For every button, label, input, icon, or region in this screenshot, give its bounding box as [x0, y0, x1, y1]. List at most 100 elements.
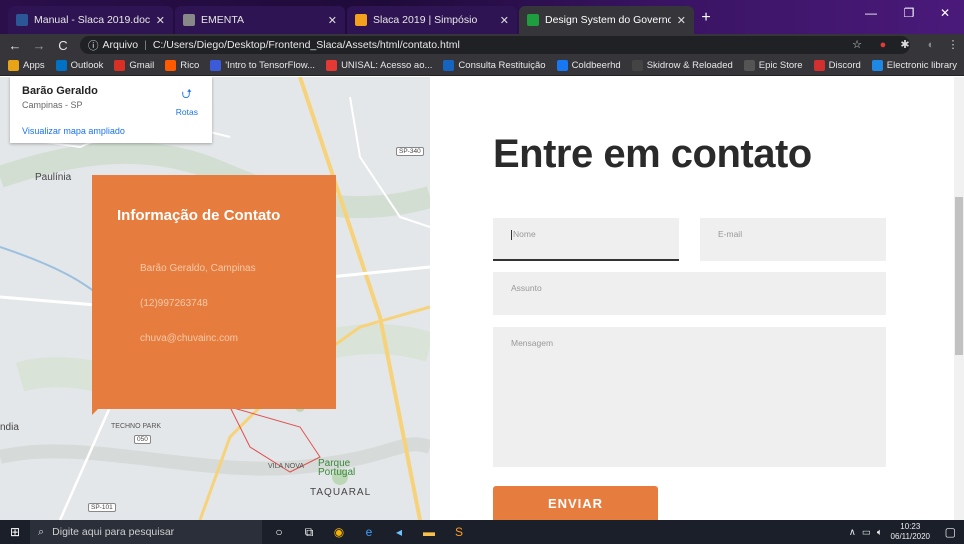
bookmark-rico[interactable]: Rico [165, 60, 199, 71]
taskbar-search[interactable]: ⌕ Digite aqui para pesquisar [30, 520, 262, 544]
bookmark-epic-store[interactable]: Epic Store [743, 60, 803, 71]
star-icon[interactable]: ☆ [850, 38, 864, 52]
facebook-icon [556, 60, 568, 71]
contact-email: chuva@chuvainc.com [140, 333, 238, 344]
network-icon[interactable]: ▭ [862, 527, 871, 538]
skidrow-icon [631, 60, 643, 71]
new-tab-button[interactable]: + [697, 10, 715, 28]
word-icon [16, 14, 28, 26]
map-info-window: Barão Geraldo Campinas - SP ⮍ Rotas Visu… [10, 77, 212, 143]
bookmark-outlook[interactable]: Outlook [55, 60, 103, 71]
close-icon[interactable]: ✕ [677, 14, 686, 27]
edge-icon[interactable]: e [356, 525, 382, 539]
url-text[interactable]: C:/Users/Diego/Desktop/Frontend_Slaca/As… [153, 39, 460, 51]
bookmark-discord[interactable]: Discord [813, 60, 861, 71]
map-label-techno-park: TECHNO PARK [111, 423, 162, 430]
road-sp340: SP-340 [396, 147, 424, 156]
page-icon [183, 14, 195, 26]
map-label-parque-portugal: Parque Portugal [318, 458, 356, 478]
road-050: 050 [134, 435, 151, 444]
tab-ementa[interactable]: EMENTA ✕ [175, 6, 345, 34]
file-explorer-icon[interactable]: ▬ [416, 525, 442, 539]
tab-slaca-simposio[interactable]: Slaca 2019 | Simpósio ✕ [347, 6, 517, 34]
tab-design-system[interactable]: Design System do Governo Fede ✕ [519, 6, 694, 34]
url-separator: | [144, 39, 147, 51]
bookmark-tensorflow[interactable]: 'Intro to TensorFlow... [210, 60, 315, 71]
epic-icon [743, 60, 755, 71]
browser-tab-strip: Manual - Slaca 2019.docx - Micro ✕ EMENT… [0, 0, 964, 34]
bookmark-coldbeerhd[interactable]: Coldbeerhd [556, 60, 621, 71]
bookmarks-bar: Apps Outlook Gmail Rico 'Intro to Tensor… [0, 56, 964, 76]
extension-icon[interactable]: ✱ [898, 38, 912, 52]
search-icon: ⌕ [38, 525, 45, 538]
directions-icon: ⮍ [181, 86, 193, 101]
contact-address: Barão Geraldo, Campinas [140, 263, 256, 274]
chrome-icon[interactable]: ◉ [326, 525, 352, 539]
contact-form: Entre em contato Nome E-mail Assunto Men… [430, 77, 964, 520]
map-label-dia: ndia [0, 422, 19, 433]
volume-icon[interactable]: 🔈︎ [877, 527, 883, 538]
map-place-name: Barão Geraldo [22, 85, 98, 97]
bookmark-skidrow[interactable]: Skidrow & Reloaded [631, 60, 733, 71]
tab-manual-slaca[interactable]: Manual - Slaca 2019.docx - Micro ✕ [8, 6, 173, 34]
windows-taskbar: ⊞ ⌕ Digite aqui para pesquisar ○ ⧉ ◉ e ◂… [0, 520, 964, 544]
enlarge-map-link[interactable]: Visualizar mapa ampliado [22, 126, 125, 136]
library-icon [871, 60, 883, 71]
vscode-icon[interactable]: ◂ [386, 525, 412, 539]
close-icon[interactable]: ✕ [500, 14, 509, 27]
clock[interactable]: 10:23 06/11/2020 [891, 522, 930, 542]
map-label-vila-nova: VILA NOVA [268, 463, 305, 470]
map-label-paulinia: Paulínia [35, 172, 72, 183]
send-button[interactable]: ENVIAR [493, 486, 658, 520]
contact-card-title: Informação de Contato [117, 207, 281, 224]
task-view-icon[interactable]: ⧉ [296, 525, 322, 540]
bookmark-apps[interactable]: Apps [8, 60, 45, 71]
unisal-icon [326, 60, 338, 71]
omnibox[interactable]: ⓘ Arquivo | C:/Users/Diego/Desktop/Front… [80, 36, 910, 54]
profile-icon[interactable]: ◐ [924, 38, 938, 52]
window-close-button[interactable]: ✕ [930, 6, 960, 20]
bookmark-gmail[interactable]: Gmail [114, 60, 154, 71]
gmail-icon [114, 60, 126, 71]
forward-icon[interactable]: → [30, 38, 48, 53]
menu-icon[interactable]: ⋮ [946, 38, 960, 52]
outlook-icon [55, 60, 67, 71]
cortana-icon[interactable]: ○ [266, 525, 292, 539]
bookmark-restituicao[interactable]: Consulta Restituição [443, 60, 546, 71]
message-textarea[interactable]: Mensagem [493, 327, 886, 467]
email-input[interactable]: E-mail [700, 218, 886, 261]
text-caret [511, 229, 512, 240]
scheme-label: Arquivo [102, 39, 139, 51]
screen: Manual - Slaca 2019.docx - Micro ✕ EMENT… [0, 0, 964, 544]
slaca-icon [355, 14, 367, 26]
bookmark-electronic-library[interactable]: Electronic library [871, 60, 957, 71]
tray-chevron-icon[interactable]: ∧ [849, 527, 856, 538]
address-bar-row: ← → C ⓘ Arquivo | C:/Users/Diego/Desktop… [0, 34, 964, 56]
directions-button[interactable]: ⮍ Rotas [176, 85, 198, 117]
back-icon[interactable]: ← [6, 38, 24, 53]
close-icon[interactable]: ✕ [156, 14, 165, 27]
sublime-icon[interactable]: S [446, 525, 472, 539]
page-title: Entre em contato [493, 132, 812, 176]
card-notch [92, 407, 100, 415]
bookmark-unisal[interactable]: UNISAL: Acesso ao... [326, 60, 432, 71]
discord-icon [813, 60, 825, 71]
windows-start-icon[interactable]: ⊞ [0, 525, 30, 539]
system-tray: ∧ ▭ 🔈︎ 10:23 06/11/2020 [849, 520, 930, 544]
minimize-button[interactable]: — [856, 6, 886, 20]
apps-grid-icon [8, 60, 19, 71]
notifications-icon[interactable]: ▢ [945, 525, 956, 539]
scrollbar-thumb[interactable] [955, 197, 963, 355]
extension-record-icon[interactable]: ● [876, 38, 890, 52]
subject-input[interactable]: Assunto [493, 272, 886, 315]
contact-phone: (12)997263748 [140, 298, 208, 309]
name-input[interactable]: Nome [493, 218, 679, 261]
receita-icon [443, 60, 455, 71]
info-icon[interactable]: ⓘ [88, 38, 99, 53]
brazil-flag-icon [527, 14, 539, 26]
road-sp101: SP-101 [88, 503, 116, 512]
maximize-button[interactable]: ❐ [894, 6, 924, 20]
rico-icon [165, 60, 177, 71]
reload-icon[interactable]: C [54, 38, 72, 53]
close-icon[interactable]: ✕ [328, 14, 337, 27]
